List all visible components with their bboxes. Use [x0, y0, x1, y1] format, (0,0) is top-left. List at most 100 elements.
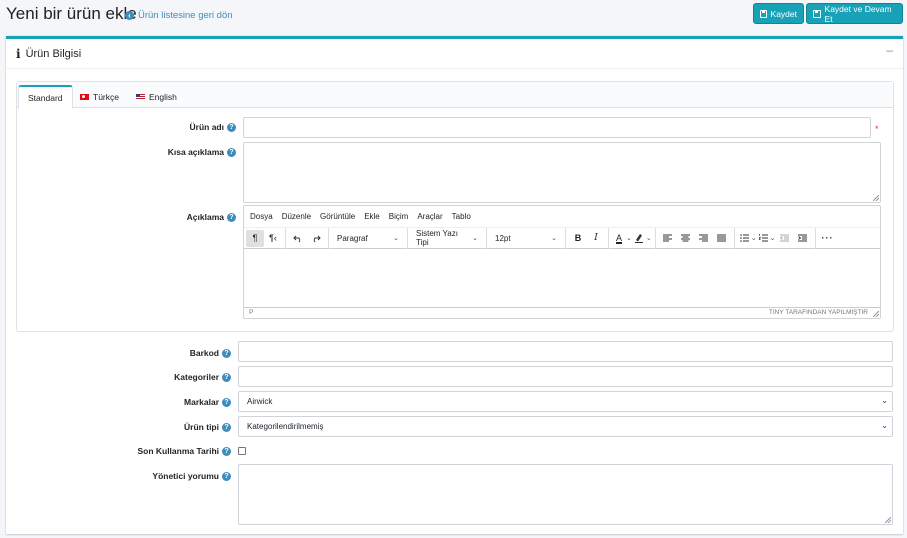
help-icon[interactable]: ? [222, 422, 231, 432]
toolbar-divider [328, 227, 329, 249]
toolbar-divider [285, 227, 286, 249]
admin-comment-label: Yönetici yorumu ? [56, 470, 231, 482]
menu-bicim[interactable]: Biçim [389, 212, 409, 221]
save-button[interactable]: Kaydet [753, 3, 804, 24]
floppy-disk-icon [760, 9, 767, 18]
back-to-list-link[interactable]: ‹ Ürün listesine geri dön [125, 10, 233, 21]
help-icon[interactable]: ? [222, 397, 231, 407]
brands-label-text: Markalar [184, 397, 219, 407]
help-icon[interactable]: ? [227, 122, 236, 132]
tab-english[interactable]: English [127, 85, 186, 108]
menu-goruntule[interactable]: Görüntüle [320, 212, 355, 221]
bullet-list-icon[interactable] [738, 230, 751, 247]
toolbar-divider [654, 227, 656, 249]
short-description-label-text: Kısa açıklama [167, 147, 224, 157]
tab-standard-label: Standard [28, 92, 63, 103]
chevron-down-icon: ⌄ [551, 235, 557, 242]
chevron-down-icon[interactable]: ⌄ [646, 234, 652, 242]
barcode-label-text: Barkod [189, 348, 219, 358]
help-icon[interactable]: ? [222, 348, 231, 358]
toolbar-divider [486, 227, 487, 249]
resize-handle[interactable] [873, 311, 879, 317]
tab-bar: Standard Türkçe English [17, 82, 893, 109]
us-flag-icon [136, 93, 145, 100]
help-icon[interactable]: ? [222, 446, 231, 456]
align-center-icon[interactable] [677, 230, 695, 247]
resize-handle[interactable] [885, 517, 891, 523]
product-type-label: Ürün tipi ? [56, 421, 231, 433]
description-label-text: Açıklama [186, 212, 224, 222]
barcode-input[interactable] [238, 341, 893, 362]
turkey-flag-icon [80, 93, 89, 100]
brands-select[interactable]: Airwick ⌄ [238, 391, 893, 412]
menu-dosya[interactable]: Dosya [250, 212, 273, 221]
save-continue-button-label: Kaydet ve Devam Et [824, 3, 892, 24]
arrow-circle-left-icon: ‹ [125, 11, 134, 20]
collapse-button[interactable]: – [886, 43, 893, 57]
italic-button[interactable]: I [587, 230, 605, 247]
admin-comment-textarea[interactable] [238, 464, 893, 525]
expiry-date-checkbox[interactable] [238, 447, 246, 455]
categories-input[interactable] [238, 366, 893, 387]
font-family-select[interactable]: Sistem Yazı Tipi ⌄ [411, 229, 483, 247]
block-format-select[interactable]: Paragraf ⌄ [332, 230, 404, 247]
numbered-list-icon[interactable] [757, 230, 770, 247]
card-header: i Ürün Bilgisi – [6, 39, 903, 69]
expiry-date-label: Son Kullanma Tarihi ? [56, 445, 231, 457]
tab-turkce[interactable]: Türkçe [71, 85, 128, 108]
rtl-direction-icon[interactable]: ¶‹ [264, 230, 282, 247]
editor-statusbar: P TINY TARAFINDAN YAPILMIŞTIR [244, 307, 880, 318]
short-description-textarea[interactable] [243, 142, 881, 203]
undo-icon[interactable] [289, 230, 307, 247]
menu-duzenle[interactable]: Düzenle [282, 212, 311, 221]
element-path[interactable]: P [249, 309, 253, 316]
toolbar-divider [608, 227, 609, 249]
product-type-label-text: Ürün tipi [184, 422, 219, 432]
menu-ekle[interactable]: Ekle [364, 212, 380, 221]
help-icon[interactable]: ? [227, 212, 236, 222]
toolbar-divider [733, 227, 735, 249]
card-title-label: Ürün Bilgisi [25, 48, 82, 60]
bold-button[interactable]: B [569, 230, 587, 247]
help-icon[interactable]: ? [222, 372, 231, 382]
align-left-icon[interactable] [659, 230, 677, 247]
more-options-icon[interactable]: ··· [819, 230, 837, 247]
chevron-down-icon: ⌄ [472, 235, 478, 242]
categories-label-text: Kategoriler [174, 372, 219, 382]
font-size-value: 12pt [495, 233, 511, 243]
brands-label: Markalar ? [56, 396, 231, 408]
product-type-select[interactable]: Kategorilendirilmemiş ⌄ [238, 416, 893, 437]
tab-english-label: English [149, 91, 177, 102]
resize-handle[interactable] [873, 195, 879, 201]
font-family-value: Sistem Yazı Tipi [416, 229, 458, 247]
help-icon[interactable]: ? [222, 471, 231, 481]
barcode-label: Barkod ? [56, 347, 231, 359]
product-name-label-text: Ürün adı [189, 122, 224, 132]
tab-turkce-label: Türkçe [93, 91, 119, 102]
product-name-label: Ürün adı ? [66, 121, 236, 133]
indent-icon[interactable] [794, 230, 812, 247]
ltr-direction-icon[interactable]: ¶ [246, 229, 264, 247]
outdent-icon[interactable] [776, 230, 794, 247]
back-link-label: Ürün listesine geri dön [138, 10, 233, 21]
block-format-value: Paragraf [337, 233, 368, 243]
help-icon[interactable]: ? [227, 147, 236, 157]
chevron-down-icon: ⌄ [393, 235, 399, 242]
menu-tablo[interactable]: Tablo [452, 212, 471, 221]
save-continue-button[interactable]: Kaydet ve Devam Et [806, 3, 903, 24]
save-button-label: Kaydet [770, 8, 797, 19]
highlight-color-icon[interactable] [632, 230, 646, 247]
redo-icon[interactable] [307, 230, 325, 247]
text-color-icon[interactable]: A [612, 230, 626, 247]
product-type-select-value: Kategorilendirilmemiş [247, 422, 324, 431]
tiny-branding[interactable]: TINY TARAFINDAN YAPILMIŞTIR [769, 309, 868, 316]
tab-standard[interactable]: Standard [18, 85, 73, 109]
menu-araclar[interactable]: Araçlar [417, 212, 442, 221]
align-right-icon[interactable] [695, 230, 713, 247]
product-name-input[interactable] [243, 117, 871, 138]
product-info-card: i Ürün Bilgisi – Standard Türkçe English… [6, 36, 903, 534]
align-justify-icon[interactable] [713, 230, 731, 247]
rich-text-editor: Dosya Düzenle Görüntüle Ekle Biçim Araçl… [243, 205, 881, 319]
required-marker: * [875, 124, 879, 134]
font-size-select[interactable]: 12pt ⌄ [490, 230, 562, 247]
